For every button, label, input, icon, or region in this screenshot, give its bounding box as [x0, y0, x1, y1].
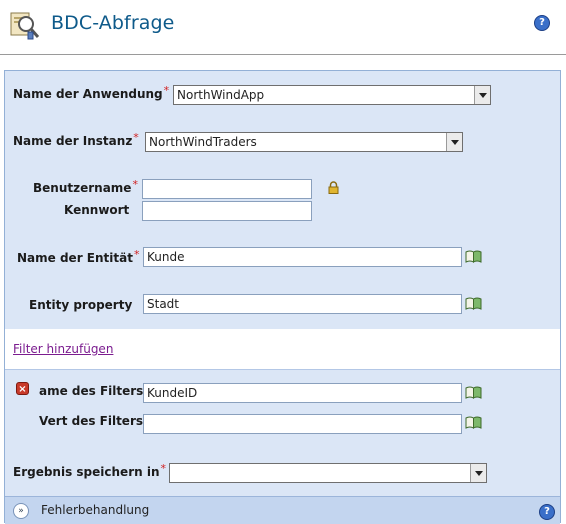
save-result-label-text: Ergebnis speichern in — [13, 465, 160, 479]
instance-section: Name der Instanz* NorthWindTraders — [5, 118, 560, 165]
query-form-panel: Name der Anwendung* NorthWindApp Name de… — [4, 70, 561, 524]
entity-input[interactable]: Kunde — [143, 247, 462, 267]
required-marker: * — [160, 462, 166, 475]
save-result-select[interactable] — [169, 463, 487, 483]
username-input[interactable] — [142, 179, 312, 199]
entity-label: Name der Entität* — [17, 248, 140, 265]
application-section: Name der Anwendung* NorthWindApp — [5, 71, 560, 119]
password-input[interactable] — [142, 201, 312, 221]
book-icon[interactable] — [465, 297, 482, 310]
instance-label: Name der Instanz* — [13, 131, 139, 148]
chevron-down-icon[interactable] — [470, 464, 486, 482]
instance-select-value: NorthWindTraders — [149, 135, 257, 149]
application-label-text: Name der Anwendung — [13, 87, 163, 101]
save-result-section: Ergebnis speichern in* — [5, 450, 560, 496]
username-label-text: Benutzername — [33, 181, 132, 195]
application-select-value: NorthWindApp — [177, 88, 265, 102]
error-handling-label: Fehlerbehandlung — [41, 503, 150, 517]
error-handling-header[interactable]: » Fehlerbehandlung ? — [5, 496, 560, 524]
username-label: Benutzername* — [33, 178, 138, 195]
required-marker: * — [133, 248, 140, 261]
password-label: Kennwort — [64, 203, 130, 217]
page-title: BDC-Abfrage — [51, 12, 175, 34]
remove-filter-icon[interactable]: × — [16, 382, 29, 395]
instance-label-text: Name der Instanz — [13, 134, 133, 148]
required-marker: * — [132, 178, 138, 191]
expand-chevron-icon[interactable]: » — [13, 503, 29, 519]
filter-value-label: Vert des Filters — [39, 414, 144, 428]
entity-section: Name der Entität* Kunde — [5, 234, 560, 281]
required-marker: * — [163, 84, 170, 97]
entity-label-text: Name der Entität — [17, 251, 133, 265]
header: BDC-Abfrage ? — [0, 0, 566, 52]
application-select[interactable]: NorthWindApp — [173, 85, 491, 105]
chevron-down-icon[interactable] — [446, 133, 462, 151]
application-label: Name der Anwendung* — [13, 84, 170, 101]
save-result-label: Ergebnis speichern in* — [13, 462, 166, 479]
book-icon[interactable] — [465, 416, 482, 429]
help-icon[interactable]: ? — [539, 504, 555, 520]
filter-section: ame des Filters KundeID Vert des Filters — [5, 370, 560, 451]
search-icon — [10, 12, 40, 40]
credentials-section: Benutzername* Kennwort — [5, 164, 560, 235]
instance-select[interactable]: NorthWindTraders — [145, 132, 463, 152]
entity-property-input[interactable]: Stadt — [143, 294, 462, 314]
chevron-down-icon[interactable] — [474, 86, 490, 104]
divider — [0, 54, 566, 55]
entity-property-section: Entity property Stadt — [5, 280, 560, 330]
help-icon[interactable]: ? — [534, 15, 550, 31]
add-filter-link[interactable]: Filter hinzufügen — [13, 342, 113, 356]
filter-name-input[interactable]: KundeID — [143, 383, 462, 403]
book-icon[interactable] — [465, 386, 482, 399]
required-marker: * — [133, 131, 139, 144]
filter-name-label: ame des Filters — [39, 384, 144, 398]
filter-value-input[interactable] — [143, 414, 462, 434]
book-icon[interactable] — [465, 250, 482, 263]
lock-icon — [328, 181, 339, 194]
entity-property-label: Entity property — [29, 298, 133, 312]
